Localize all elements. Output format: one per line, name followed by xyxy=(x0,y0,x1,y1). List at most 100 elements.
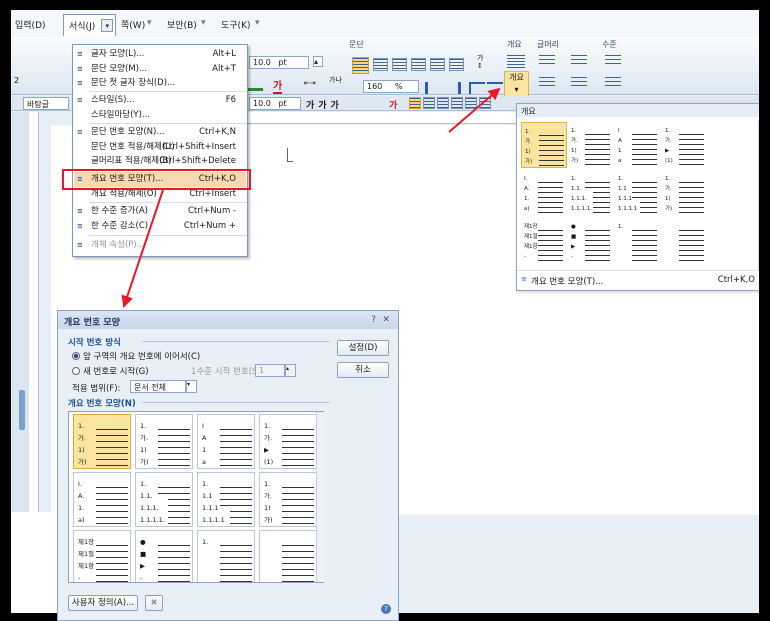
outline-pattern-cell[interactable]: 1. 1.1 1.1.1 1.1.1.1 xyxy=(197,472,255,527)
outline-pattern-cell[interactable]: I. A. 1. a) xyxy=(73,472,131,527)
text-direction-icon[interactable]: 가 ↕ xyxy=(477,54,483,70)
chevron-down-icon[interactable]: ▾ xyxy=(101,19,114,32)
align-left-icon-2[interactable] xyxy=(423,97,435,109)
outline-pattern-cell[interactable] xyxy=(662,218,708,264)
format-menu-item[interactable]: ≡ 글자 모양(L)... Alt+L xyxy=(74,47,246,62)
info-icon[interactable]: ? xyxy=(381,604,391,614)
outline-pattern-cell[interactable]: 1. 가. 1) 가) xyxy=(259,472,317,527)
font-size-box-2[interactable]: 10.0 pt xyxy=(249,97,301,110)
first-line-icon[interactable] xyxy=(487,82,503,94)
custom-define-button[interactable]: 사용자 정의(A)... xyxy=(68,595,138,611)
menu-security[interactable]: 보안(B) xyxy=(167,18,197,31)
spin-icon[interactable]: ▴ xyxy=(285,364,296,377)
delete-icon[interactable]: ✖ xyxy=(145,595,163,611)
outline-pattern-cell[interactable]: I. A. 1. a) xyxy=(521,170,567,216)
font-color-icon[interactable]: 가 xyxy=(273,77,283,94)
outline-pattern-cell[interactable]: 1. 1.1. 1.1.1. 1.1.1.1. xyxy=(135,472,193,527)
style-box[interactable]: 바탕글 xyxy=(23,97,69,110)
format-menu-item[interactable]: ≡ 개체 속성(P)... xyxy=(74,238,246,253)
chevron-down-icon[interactable]: ▾ xyxy=(201,18,206,28)
align-right-icon-2[interactable] xyxy=(437,97,449,109)
menu-format[interactable]: 서식(J) ▾ xyxy=(63,14,117,36)
outline-pattern-cell[interactable]: 1. 가. 1) 가) xyxy=(662,170,708,216)
radio-continue[interactable]: 앞 구역의 개요 번호에 이어서(C) xyxy=(72,350,200,362)
format-menu-item[interactable]: ≡ 문단 번호 모양(N)... Ctrl+K,N xyxy=(74,125,246,140)
outline-pattern-cell[interactable]: 1. 1.1. 1.1.1. 1.1.1.1. xyxy=(568,170,614,216)
level-up-icon[interactable] xyxy=(605,55,621,67)
outline-pattern-cell[interactable]: IA 1 a xyxy=(615,122,661,168)
indent-increase-icon[interactable] xyxy=(425,82,441,94)
format-menu-item[interactable]: ≡ 문단 첫 글자 장식(D)... xyxy=(74,76,246,91)
align-justify-icon-2[interactable] xyxy=(409,97,421,109)
scroll-thumb[interactable] xyxy=(19,390,25,430)
outline-pattern-cell[interactable]: 1. 가. 1) 가) xyxy=(73,414,131,469)
format-menu-item[interactable]: ≡ 문단 모양(M)... Alt+T xyxy=(74,62,246,77)
outline-pattern-cell[interactable]: 1. xyxy=(615,218,661,264)
chevron-down-icon[interactable]: ▾ xyxy=(147,18,152,28)
cancel-button[interactable]: 취소 xyxy=(337,362,389,378)
outline-pattern-cell[interactable]: 1. 가. 1) 가) xyxy=(568,122,614,168)
outline-pattern-cell[interactable]: 1. 가. 1) 가) xyxy=(521,122,567,168)
outline-pattern-cell[interactable]: ● ■ ▶ - xyxy=(135,530,193,582)
align-divide-icon[interactable] xyxy=(449,58,464,71)
outline-pattern-cell[interactable] xyxy=(259,530,317,582)
outline-pattern-cell[interactable]: 1. 가. ▶ (1) xyxy=(259,414,317,469)
align-distribute-icon-2[interactable] xyxy=(465,97,477,109)
align-divide-icon-2[interactable] xyxy=(479,97,491,109)
format-menu-item[interactable]: 문단 번호 적용/해제(U) Ctrl+Shift+Insert xyxy=(74,140,246,155)
outline-pattern-cell[interactable]: 제1장 제1절 제1항 - xyxy=(73,530,131,582)
popup-footer[interactable]: ≡ 개요 번호 모양(T)... Ctrl+K,O xyxy=(517,270,759,290)
align-center-icon[interactable] xyxy=(411,58,426,71)
align-left-icon[interactable] xyxy=(373,58,388,71)
menu-separator xyxy=(89,91,247,92)
popup-footer-label[interactable]: 개요 번호 모양(T)... xyxy=(531,275,603,287)
align-center-icon-2[interactable] xyxy=(451,97,463,109)
chevron-down-icon[interactable]: ▾ xyxy=(255,18,260,28)
spin-icon[interactable]: ▴ xyxy=(313,56,323,67)
level-down-icon[interactable] xyxy=(605,77,621,89)
radio-new-start[interactable]: 새 번호로 시작(G) xyxy=(72,365,149,377)
pattern-line xyxy=(220,453,252,454)
chevron-down-icon[interactable]: ▾ xyxy=(514,85,518,94)
outline-pattern-cell[interactable]: 1. 가. 1) 가) xyxy=(135,414,193,469)
outline-pattern-cell[interactable]: 1. 가. ▶ (1) xyxy=(662,122,708,168)
help-icon[interactable]: ? xyxy=(371,315,376,325)
outline-button[interactable]: 개요 ▾ xyxy=(504,71,529,99)
highlighter-icon[interactable] xyxy=(247,79,263,91)
format-menu-item[interactable]: 글머리표 적용/해제(B) Ctrl+Shift+Delete xyxy=(74,154,246,169)
format-menu-item[interactable]: ≡ 스타일(S)... F6 xyxy=(74,93,246,108)
line-spacing-box[interactable]: 160 % xyxy=(363,80,419,93)
outline-pattern-cell[interactable]: 제1장 제1절 제1항 - xyxy=(521,218,567,264)
level1-start-input[interactable]: 1 xyxy=(255,364,285,377)
align-right-icon[interactable] xyxy=(392,58,407,71)
outline-pattern-cell[interactable]: 1. 1.1 1.1.1 1.1.1.1 xyxy=(615,170,661,216)
font-size-box[interactable]: 10.0 pt xyxy=(249,56,309,69)
format-menu-item[interactable]: ≡ 한 수준 감소(C) Ctrl+Num + xyxy=(74,219,246,234)
dialog-scrollbar[interactable] xyxy=(316,412,324,582)
popup-scrollbar[interactable] xyxy=(758,120,759,270)
menu-tools[interactable]: 도구(K) xyxy=(221,18,251,31)
set-button[interactable]: 설정(D) xyxy=(337,340,389,356)
indent-decrease-icon[interactable] xyxy=(445,82,461,94)
format-menu-item[interactable]: ≡ 한 수준 증가(A) Ctrl+Num - xyxy=(74,204,246,219)
outline-pattern-cell[interactable]: 1. xyxy=(197,530,255,582)
format-menu-item[interactable]: 스타일마당(Y)... xyxy=(74,108,246,123)
numbering-icon[interactable] xyxy=(539,77,555,89)
menu-page[interactable]: 쪽(W) xyxy=(121,18,145,31)
chevron-down-icon[interactable]: ▾ xyxy=(186,380,197,393)
menu-insert[interactable]: 입력(D) xyxy=(15,18,46,31)
char-spacing-icon[interactable]: ⇤⇥ xyxy=(304,79,316,87)
font-color-icon-2[interactable]: 가 xyxy=(389,98,397,111)
margin-icon[interactable] xyxy=(469,82,485,94)
outline-pattern-cell[interactable]: ● ■ ▶ - xyxy=(568,218,614,264)
close-icon[interactable]: ✕ xyxy=(382,315,390,325)
checklist-icon[interactable] xyxy=(571,77,587,89)
bold-italic-underline-icons[interactable]: 가가가 xyxy=(306,98,343,111)
align-justify-icon[interactable] xyxy=(352,57,369,74)
bullet-picture-icon[interactable] xyxy=(571,55,587,67)
align-distribute-icon[interactable] xyxy=(430,58,445,71)
outline-pattern-cell[interactable]: IA 1 a xyxy=(197,414,255,469)
width-icon[interactable]: 가나 xyxy=(329,77,342,84)
scope-select[interactable]: 문서 전체 xyxy=(130,380,186,393)
bullet-icon[interactable] xyxy=(539,55,555,67)
